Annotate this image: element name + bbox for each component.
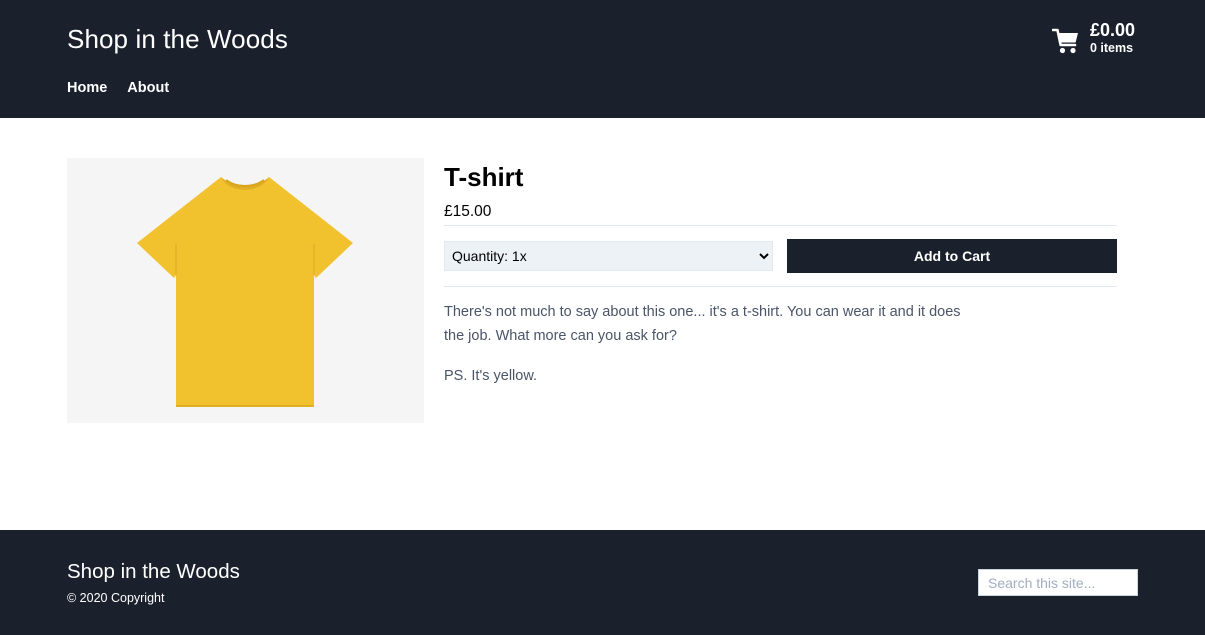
cart-widget[interactable]: £0.00 0 items — [1052, 20, 1135, 56]
quantity-select[interactable]: Quantity: 1x — [444, 241, 773, 271]
product-title: T-shirt — [444, 162, 524, 192]
cart-summary: £0.00 0 items — [1090, 20, 1135, 56]
cart-total: £0.00 — [1090, 20, 1136, 40]
main-nav: Home About — [67, 80, 169, 96]
copyright-text: © 2020 Copyright — [67, 591, 165, 605]
product-price: £15.00 — [444, 203, 492, 220]
product-details: T-shirt £15.00 Quantity: 1x Add to Cart … — [444, 160, 1117, 384]
site-title[interactable]: Shop in the Woods — [67, 24, 288, 55]
description-paragraph: There's not much to say about this one..… — [444, 304, 961, 344]
site-header: Shop in the Woods Home About £0.00 0 ite… — [0, 0, 1205, 118]
site-footer: Shop in the Woods © 2020 Copyright — [0, 530, 1205, 635]
cart-item-count: 0 items — [1090, 41, 1134, 55]
search-input[interactable] — [978, 569, 1138, 596]
product-description: There's not much to say about this one..… — [444, 301, 964, 389]
cart-icon — [1052, 28, 1078, 54]
nav-link-home[interactable]: Home — [67, 80, 107, 96]
divider — [444, 286, 1117, 287]
add-to-cart-button[interactable]: Add to Cart — [787, 239, 1117, 273]
footer-title: Shop in the Woods — [67, 560, 240, 583]
t-shirt-image — [137, 177, 353, 407]
product-image — [67, 158, 424, 423]
description-paragraph: PS. It's yellow. — [444, 368, 538, 384]
divider — [444, 225, 1117, 226]
nav-link-about[interactable]: About — [127, 80, 169, 96]
